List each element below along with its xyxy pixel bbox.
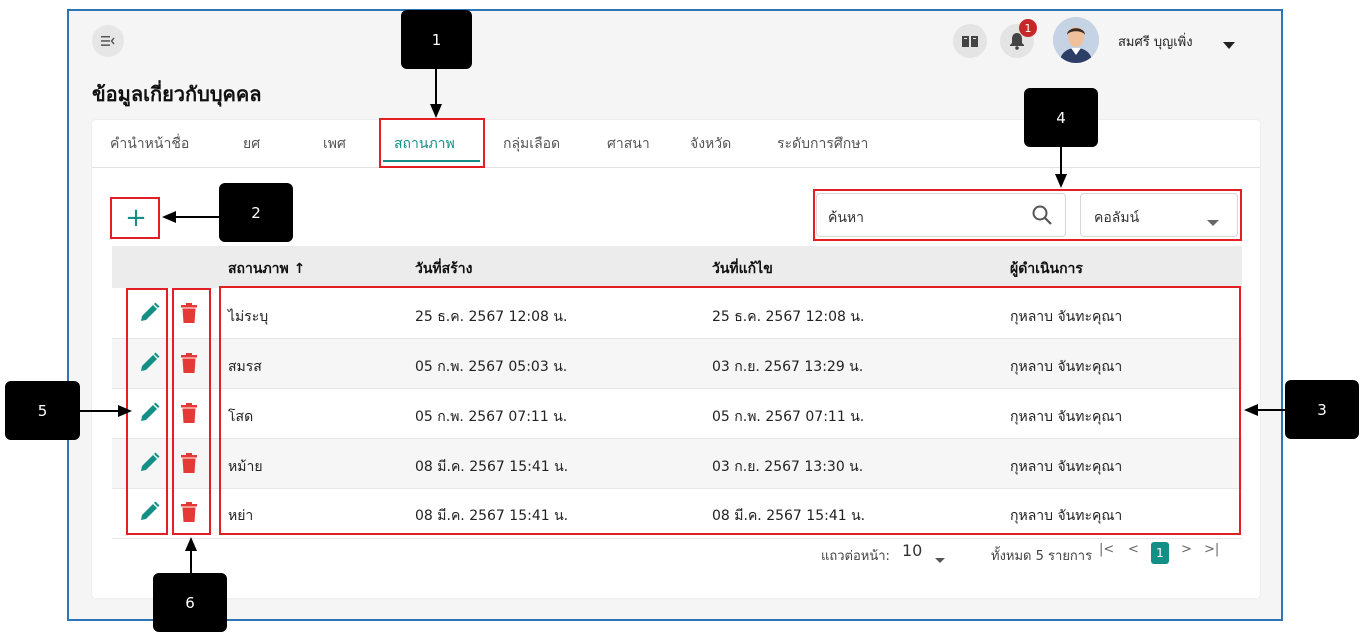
book-icon (962, 36, 978, 47)
callout-2: 2 (219, 183, 293, 242)
notification-badge: 1 (1019, 19, 1037, 37)
tab-religion[interactable]: ศาสนา (607, 133, 650, 155)
arrow-head-5 (118, 405, 132, 417)
rows-per-page-select[interactable]: 10 (902, 541, 922, 560)
callout-6: 6 (153, 573, 227, 632)
arrow-3 (1258, 409, 1285, 411)
column-header-modified[interactable]: วันที่แก้ไข (712, 258, 773, 280)
annotation-box-6 (172, 288, 211, 535)
rows-per-page-caret-icon[interactable] (935, 549, 945, 568)
annotation-box-3 (219, 286, 1241, 535)
prev-page-button[interactable]: < (1128, 542, 1139, 557)
tab-blood-group[interactable]: กลุ่มเลือด (503, 133, 560, 155)
annotation-box-2 (110, 197, 160, 239)
callout-5: 5 (5, 381, 80, 440)
annotation-box-1 (379, 118, 485, 168)
caret-down-icon[interactable] (1223, 35, 1235, 54)
user-avatar-image (1053, 17, 1099, 63)
column-header-created[interactable]: วันที่สร้าง (415, 258, 472, 280)
arrow-head-4 (1055, 174, 1067, 188)
user-name[interactable]: สมศรี บุญเพิ่ง (1118, 31, 1193, 52)
tab-rank[interactable]: ยศ (243, 133, 260, 155)
annotation-box-4 (813, 189, 1242, 241)
arrow-head-2 (162, 211, 176, 223)
arrow-4 (1060, 147, 1062, 175)
column-header-operator[interactable]: ผู้ดำเนินการ (1010, 258, 1083, 280)
tab-gender[interactable]: เพศ (323, 133, 346, 155)
total-records: ทั้งหมด 5 รายการ (991, 549, 1093, 564)
tab-education-level[interactable]: ระดับการศึกษา (777, 133, 868, 155)
arrow-5 (80, 410, 120, 412)
next-page-button[interactable]: > (1181, 542, 1192, 557)
menu-collapse-icon (101, 36, 115, 46)
last-page-button[interactable]: >| (1204, 542, 1219, 557)
arrow-2 (175, 216, 219, 218)
current-page-button[interactable]: 1 (1151, 542, 1169, 564)
arrow-head-3 (1244, 404, 1258, 416)
arrow-head-1 (430, 104, 442, 118)
callout-1: 1 (401, 10, 472, 69)
arrow-head-6 (185, 537, 197, 551)
first-page-button[interactable]: |< (1099, 542, 1114, 557)
callout-3: 3 (1285, 380, 1359, 439)
arrow-6 (190, 550, 192, 573)
annotation-box-5 (126, 288, 168, 535)
page-title: ข้อมูลเกี่ยวกับบุคคล (92, 82, 262, 106)
avatar[interactable] (1053, 17, 1099, 63)
manual-button[interactable] (953, 24, 987, 58)
tab-province[interactable]: จังหวัด (690, 133, 731, 155)
menu-collapse-button[interactable] (92, 25, 124, 57)
tabs-divider (92, 167, 1260, 168)
arrow-1 (435, 69, 437, 109)
callout-4: 4 (1024, 88, 1098, 147)
column-header-status[interactable]: สถานภาพ ↑ (228, 258, 305, 280)
tab-prefix[interactable]: คำนำหน้าชื่อ (110, 133, 189, 155)
rows-per-page-label: แถวต่อหน้า: (821, 549, 890, 564)
